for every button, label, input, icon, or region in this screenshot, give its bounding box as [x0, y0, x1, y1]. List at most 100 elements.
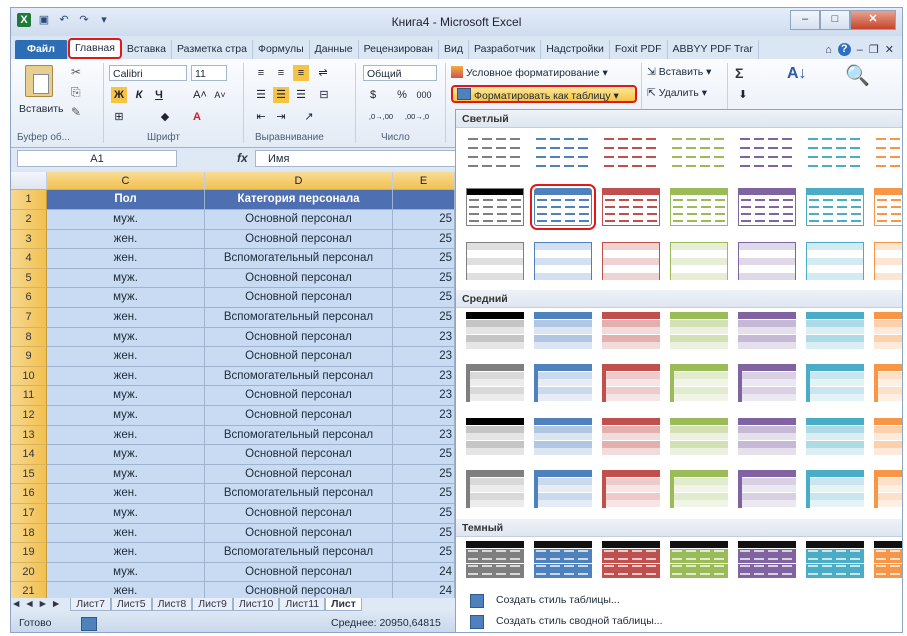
table-style-swatch[interactable]	[466, 188, 524, 226]
find-select-button[interactable]: 🔍	[845, 63, 870, 88]
sheet-nav-arrows[interactable]: ◄ ◄ ► ►	[11, 598, 61, 610]
cell-category[interactable]: Основной персонал	[205, 562, 393, 583]
autosum-button[interactable]: Σ	[735, 65, 743, 81]
new-pivot-style-item[interactable]: Создать стиль сводной таблицы...	[456, 611, 902, 631]
table-style-swatch[interactable]	[534, 470, 592, 508]
table-style-swatch[interactable]	[466, 132, 524, 170]
table-style-swatch[interactable]	[738, 364, 796, 402]
fill-color-icon[interactable]: ◆	[157, 109, 173, 125]
decrease-indent-icon[interactable]: ⇤	[253, 109, 269, 125]
copy-icon[interactable]: ⎘	[71, 85, 81, 100]
sort-filter-button[interactable]: A↓	[787, 65, 807, 83]
table-style-swatch[interactable]	[670, 188, 728, 226]
table-style-swatch[interactable]	[670, 312, 728, 350]
percent-button[interactable]: %	[395, 87, 409, 103]
cell-e[interactable]: 25	[393, 249, 455, 269]
tab-insert[interactable]: Вставка	[122, 40, 172, 59]
conditional-formatting-button[interactable]: Условное форматирование ▾	[451, 66, 608, 79]
align-center-icon[interactable]: ☰	[273, 87, 289, 103]
table-style-swatch[interactable]	[670, 418, 728, 456]
row-header[interactable]: 18	[11, 523, 47, 544]
table-style-swatch[interactable]	[466, 364, 524, 402]
align-bottom-icon[interactable]: ≡	[293, 65, 309, 81]
cell-gender[interactable]: жен.	[47, 229, 205, 250]
table-style-swatch[interactable]	[806, 470, 864, 508]
help-icon[interactable]: ?	[837, 43, 851, 56]
align-top-icon[interactable]: ≡	[253, 65, 269, 81]
cell-gender[interactable]: жен.	[47, 366, 205, 387]
table-style-swatch[interactable]	[738, 312, 796, 350]
fx-icon[interactable]: fx	[237, 151, 248, 165]
tab-view[interactable]: Вид	[439, 40, 469, 59]
cell-e[interactable]: 25	[393, 210, 455, 230]
borders-icon[interactable]: ⊞	[111, 109, 127, 125]
table-style-swatch[interactable]	[738, 188, 796, 226]
italic-button[interactable]: К	[131, 87, 147, 103]
cell-gender[interactable]: муж.	[47, 406, 205, 426]
sheet-tab[interactable]: Лист	[325, 598, 362, 611]
tab-page-layout[interactable]: Разметка стра	[172, 40, 253, 59]
table-style-swatch[interactable]	[534, 132, 592, 170]
row-header[interactable]: 14	[11, 445, 47, 465]
cell-category[interactable]: Вспомогательный персонал	[205, 249, 393, 269]
table-style-swatch[interactable]	[466, 312, 524, 350]
select-all-corner[interactable]	[11, 172, 47, 190]
underline-button[interactable]: Ч	[151, 87, 167, 103]
table-style-swatch[interactable]	[670, 470, 728, 508]
format-painter-icon[interactable]: ✎	[71, 105, 81, 119]
delete-cells-button[interactable]: ⇱ Удалить ▾	[647, 87, 707, 99]
cell-gender[interactable]: муж.	[47, 327, 205, 348]
cell-gender[interactable]: муж.	[47, 562, 205, 583]
row-header[interactable]: 12	[11, 406, 47, 426]
tab-developer[interactable]: Разработчик	[469, 40, 542, 59]
cell-gender[interactable]: жен.	[47, 582, 205, 598]
table-style-swatch[interactable]	[806, 132, 864, 170]
row-header[interactable]: 6	[11, 288, 47, 308]
cell-gender[interactable]: жен.	[47, 523, 205, 544]
close-button[interactable]: ✕	[850, 10, 896, 30]
cell-e[interactable]: 23	[393, 406, 455, 426]
tab-file[interactable]: Файл	[15, 40, 68, 59]
window-close-icon[interactable]: ✕	[885, 43, 894, 56]
cell-gender[interactable]: муж.	[47, 288, 205, 308]
font-color-button[interactable]: A	[189, 109, 205, 125]
tab-home[interactable]: Главная	[67, 38, 122, 59]
table-style-swatch[interactable]	[530, 184, 596, 230]
table-style-swatch[interactable]	[602, 364, 660, 402]
cell-gender[interactable]: муж.	[47, 268, 205, 289]
maximize-button[interactable]: □	[820, 10, 850, 30]
row-header[interactable]: 3	[11, 229, 47, 250]
table-style-swatch[interactable]	[874, 541, 902, 579]
number-format-select[interactable]: Общий	[363, 65, 437, 81]
table-style-swatch[interactable]	[670, 364, 728, 402]
cell-category[interactable]: Вспомогательный персонал	[205, 484, 393, 504]
cell-gender[interactable]: муж.	[47, 210, 205, 230]
cell-category[interactable]: Вспомогательный персонал	[205, 425, 393, 446]
row-header[interactable]: 9	[11, 347, 47, 367]
align-middle-icon[interactable]: ≡	[273, 65, 289, 81]
sheet-tab[interactable]: Лист5	[110, 598, 152, 611]
increase-decimal-button[interactable]: ,0→,00	[365, 109, 397, 125]
row-header[interactable]: 5	[11, 268, 47, 289]
table-style-swatch[interactable]	[874, 418, 902, 456]
cell-gender[interactable]: муж.	[47, 464, 205, 485]
row-header[interactable]: 20	[11, 562, 47, 583]
cell-category[interactable]: Основной персонал	[205, 406, 393, 426]
paste-icon[interactable]	[25, 65, 53, 97]
table-style-swatch[interactable]	[670, 132, 728, 170]
tab-abbyy[interactable]: ABBYY PDF Trar	[668, 40, 759, 59]
table-style-swatch[interactable]	[738, 242, 796, 280]
cut-icon[interactable]: ✂	[71, 65, 81, 79]
table-style-swatch[interactable]	[602, 418, 660, 456]
table-style-swatch[interactable]	[534, 242, 592, 280]
cell-e[interactable]: 25	[393, 288, 455, 308]
table-style-swatch[interactable]	[874, 242, 902, 280]
currency-icon[interactable]: $	[365, 87, 381, 103]
cell-category[interactable]: Вспомогательный персонал	[205, 366, 393, 387]
cell-e[interactable]: 25	[393, 543, 455, 563]
insert-cells-button[interactable]: ⇲ Вставить ▾	[647, 66, 711, 78]
table-style-swatch[interactable]	[602, 312, 660, 350]
cell-category[interactable]: Основной персонал	[205, 268, 393, 289]
table-style-swatch[interactable]	[806, 242, 864, 280]
cell-e[interactable]: 25	[393, 464, 455, 485]
